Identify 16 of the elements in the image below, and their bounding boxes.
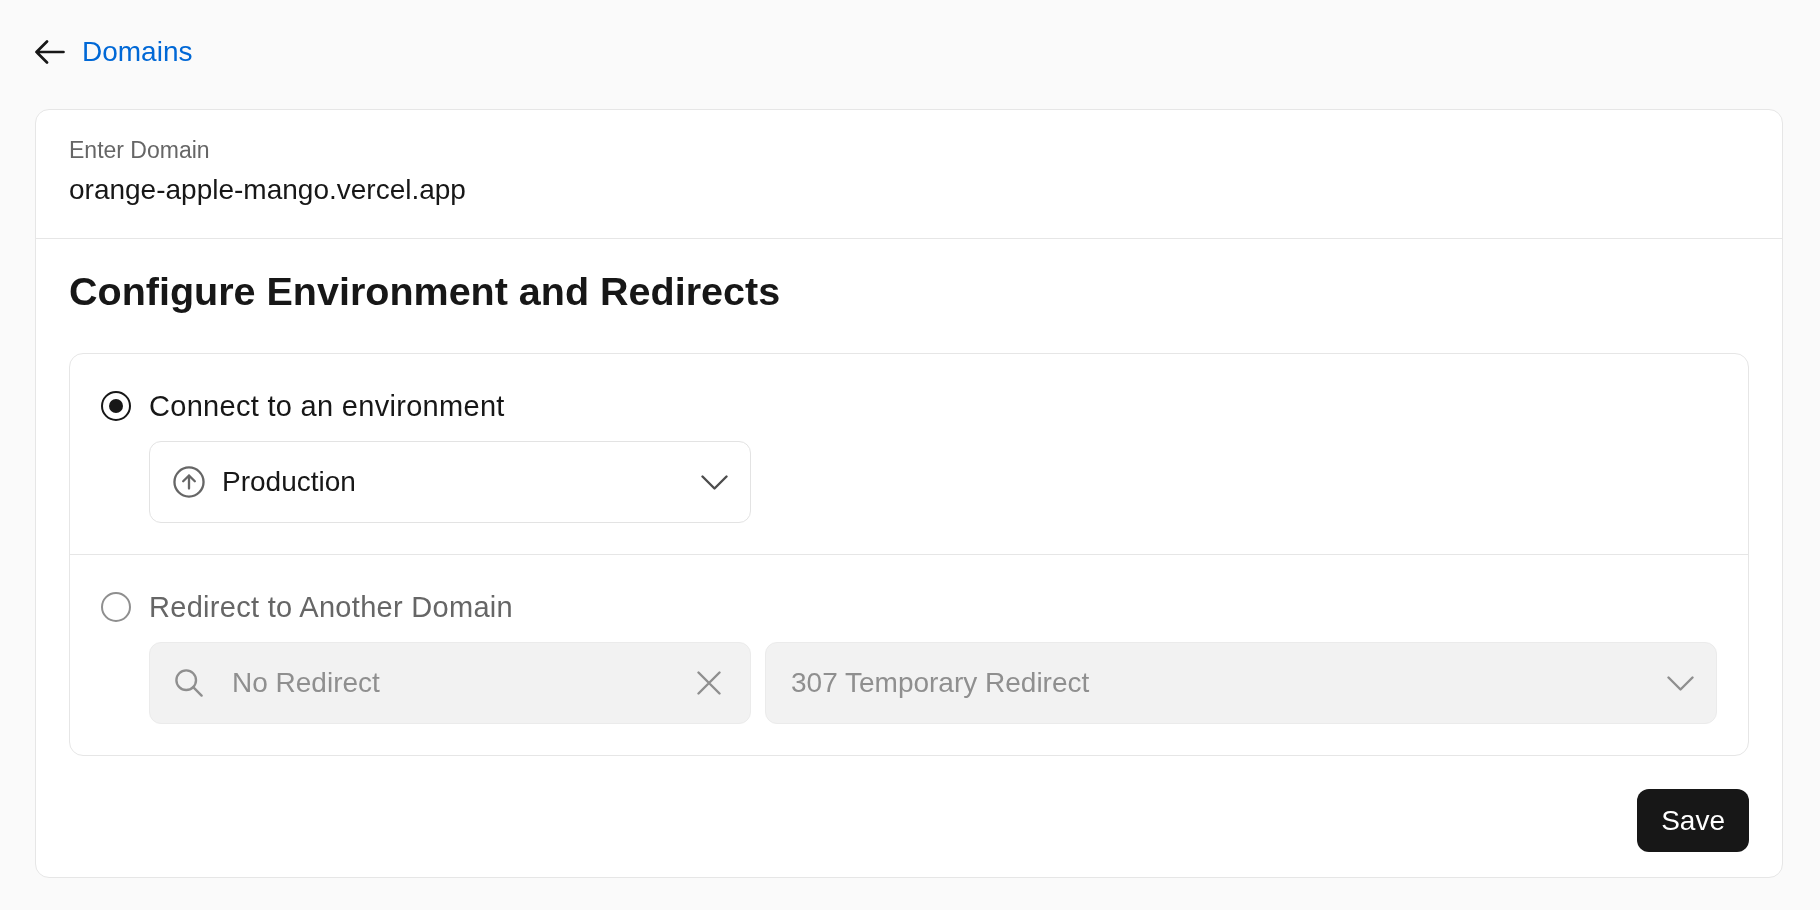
chevron-down-icon [701, 474, 728, 490]
back-link[interactable]: Domains [35, 36, 193, 68]
arrow-up-circle-icon [173, 466, 205, 498]
domain-input[interactable]: orange-apple-mango.vercel.app [69, 173, 474, 207]
radio-button[interactable] [101, 391, 131, 421]
search-icon [175, 669, 203, 697]
environment-select[interactable]: Production [149, 441, 751, 523]
radio-button[interactable] [101, 592, 131, 622]
close-icon[interactable] [697, 671, 721, 695]
option-label: Redirect to Another Domain [149, 591, 514, 623]
option-label: Connect to an environment [149, 390, 505, 422]
arrow-left-icon [35, 40, 65, 64]
save-button[interactable]: Save [1637, 789, 1749, 852]
section-title: Configure Environment and Redirects [69, 269, 781, 313]
chevron-down-icon [1667, 675, 1694, 691]
field-label: Enter Domain [69, 136, 210, 164]
